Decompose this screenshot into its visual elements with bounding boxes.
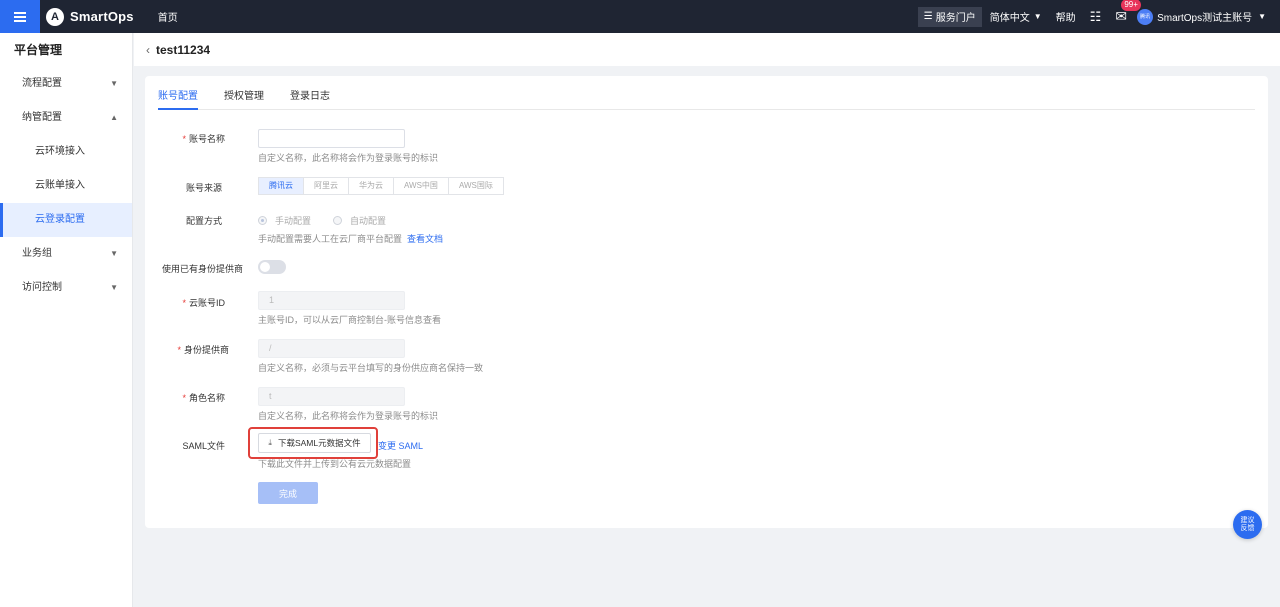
home-link[interactable]: 首页 bbox=[158, 9, 178, 24]
back-icon[interactable]: ‹ bbox=[146, 43, 150, 57]
sidebar-item-managed-config[interactable]: 纳管配置 ▲ bbox=[0, 101, 132, 135]
service-portal-button[interactable]: ☰ 服务门户 bbox=[917, 6, 982, 27]
role-label: * 角色名称 bbox=[182, 393, 225, 403]
sidebar-item-label: 访问控制 bbox=[22, 282, 62, 293]
sidebar-item-business-group[interactable]: 业务组 ▼ bbox=[0, 237, 132, 271]
caret-down-icon: ▼ bbox=[1258, 12, 1266, 21]
service-portal-label: 服务门户 bbox=[935, 13, 976, 24]
logo-icon: A bbox=[46, 7, 64, 26]
caret-up-icon: ▲ bbox=[110, 113, 118, 122]
sidebar-item-process-config[interactable]: 流程配置 ▼ bbox=[0, 67, 132, 101]
sidebar-item-label: 纳管配置 bbox=[22, 112, 62, 123]
caret-down-icon: ▼ bbox=[110, 249, 118, 258]
use-idp-toggle[interactable] bbox=[258, 260, 286, 274]
account-name-label: * 账号名称 bbox=[182, 134, 225, 144]
hamburger-icon bbox=[14, 11, 26, 22]
account-name-input[interactable] bbox=[258, 129, 405, 148]
notification-badge: 99+ bbox=[1121, 0, 1141, 11]
radio-dot-icon bbox=[333, 216, 343, 225]
change-saml-link[interactable]: 变更 SAML bbox=[378, 439, 423, 452]
app-logo[interactable]: A SmartOps bbox=[46, 7, 134, 26]
use-idp-label: 使用已有身份提供商 bbox=[161, 264, 243, 274]
page-title: test11234 bbox=[156, 42, 211, 57]
sidebar-item-label: 流程配置 bbox=[22, 78, 62, 89]
language-select[interactable]: 简体中文 ▼ bbox=[990, 9, 1042, 24]
sidebar-item-cloud-env[interactable]: 云环境接入 bbox=[0, 135, 132, 169]
language-label: 简体中文 bbox=[989, 13, 1030, 24]
caret-down-icon: ▼ bbox=[110, 283, 118, 292]
feedback-button[interactable]: 建议 反馈 bbox=[1233, 510, 1262, 539]
saml-label: SAML文件 bbox=[182, 441, 225, 451]
saml-hint: 下载此文件并上传到公有云元数据配置 bbox=[258, 459, 412, 469]
page-header: ‹ test11234 bbox=[134, 33, 1280, 66]
highlight-box bbox=[248, 427, 378, 459]
avatar: 腾讯 bbox=[1137, 8, 1154, 25]
source-label: 账号来源 bbox=[185, 183, 222, 193]
idp-hint: 自定义名称，必须与云平台填写的身份供应商名保持一致 bbox=[258, 363, 484, 373]
tab-account-config[interactable]: 账号配置 bbox=[158, 76, 198, 110]
cloud-id-label: * 云账号ID bbox=[182, 298, 225, 308]
sidebar: 平台管理 流程配置 ▼ 纳管配置 ▲ 云环境接入 云账单接入 云登录配置 业务组… bbox=[0, 33, 133, 607]
tab-authorization[interactable]: 授权管理 bbox=[224, 76, 264, 110]
brand-name: SmartOps bbox=[70, 9, 134, 24]
help-link[interactable]: 帮助 bbox=[1056, 9, 1076, 24]
radio-manual[interactable]: 手动配置 bbox=[258, 214, 311, 227]
source-option-aws-intl[interactable]: AWS国际 bbox=[448, 178, 503, 194]
config-mode-hint: 手动配置需要人工在云厂商平台配置 查看文档 bbox=[258, 234, 444, 244]
mail-icon[interactable]: ✉ 99+ bbox=[1115, 0, 1141, 25]
sidebar-item-cloud-login[interactable]: 云登录配置 bbox=[0, 203, 132, 237]
tab-login-log[interactable]: 登录日志 bbox=[290, 76, 330, 110]
source-option-aliyun[interactable]: 阿里云 bbox=[304, 178, 349, 194]
caret-down-icon: ▼ bbox=[1033, 12, 1042, 21]
caret-down-icon: ▼ bbox=[110, 79, 118, 88]
account-name: SmartOps测试主账号 bbox=[1157, 13, 1253, 24]
sidebar-item-access-control[interactable]: 访问控制 ▼ bbox=[0, 271, 132, 305]
config-mode-radios: 手动配置 自动配置 bbox=[258, 214, 408, 227]
config-mode-label: 配置方式 bbox=[185, 216, 222, 226]
view-docs-link[interactable]: 查看文档 bbox=[407, 234, 443, 244]
role-hint: 自定义名称，此名称将会作为登录账号的标识 bbox=[258, 411, 439, 421]
idp-label: * 身份提供商 bbox=[177, 345, 229, 355]
tab-bar: 账号配置 授权管理 登录日志 bbox=[158, 76, 1255, 110]
account-name-hint: 自定义名称，此名称将会作为登录账号的标识 bbox=[258, 153, 439, 163]
user-menu[interactable]: 腾讯 SmartOps测试主账号 ▼ bbox=[1137, 8, 1266, 25]
cloud-id-input[interactable]: 1 bbox=[258, 291, 405, 310]
source-option-aws-cn[interactable]: AWS中国 bbox=[394, 178, 449, 194]
idp-input[interactable]: / bbox=[258, 339, 405, 358]
role-input[interactable]: t bbox=[258, 387, 405, 406]
source-option-tencent[interactable]: 腾讯云 bbox=[259, 178, 304, 194]
checklist-icon[interactable]: ☷ bbox=[1090, 9, 1102, 25]
sidebar-item-cloud-bill[interactable]: 云账单接入 bbox=[0, 169, 132, 203]
menu-toggle-button[interactable] bbox=[0, 0, 40, 33]
list-icon: ☰ bbox=[923, 11, 933, 22]
source-segmented: 腾讯云 阿里云 华为云 AWS中国 AWS国际 bbox=[258, 177, 504, 195]
cloud-id-hint: 主账号ID，可以从云厂商控制台-账号信息查看 bbox=[258, 315, 441, 325]
sidebar-title: 平台管理 bbox=[14, 43, 63, 57]
sidebar-item-label: 业务组 bbox=[22, 248, 52, 259]
top-bar: A SmartOps 首页 ☰ 服务门户 简体中文 ▼ 帮助 ☷ ✉ 99+ 腾… bbox=[0, 0, 1280, 33]
source-option-huawei[interactable]: 华为云 bbox=[349, 178, 394, 194]
radio-auto[interactable]: 自动配置 bbox=[333, 214, 386, 227]
radio-dot-icon bbox=[258, 216, 267, 225]
done-button[interactable]: 完成 bbox=[258, 482, 318, 504]
